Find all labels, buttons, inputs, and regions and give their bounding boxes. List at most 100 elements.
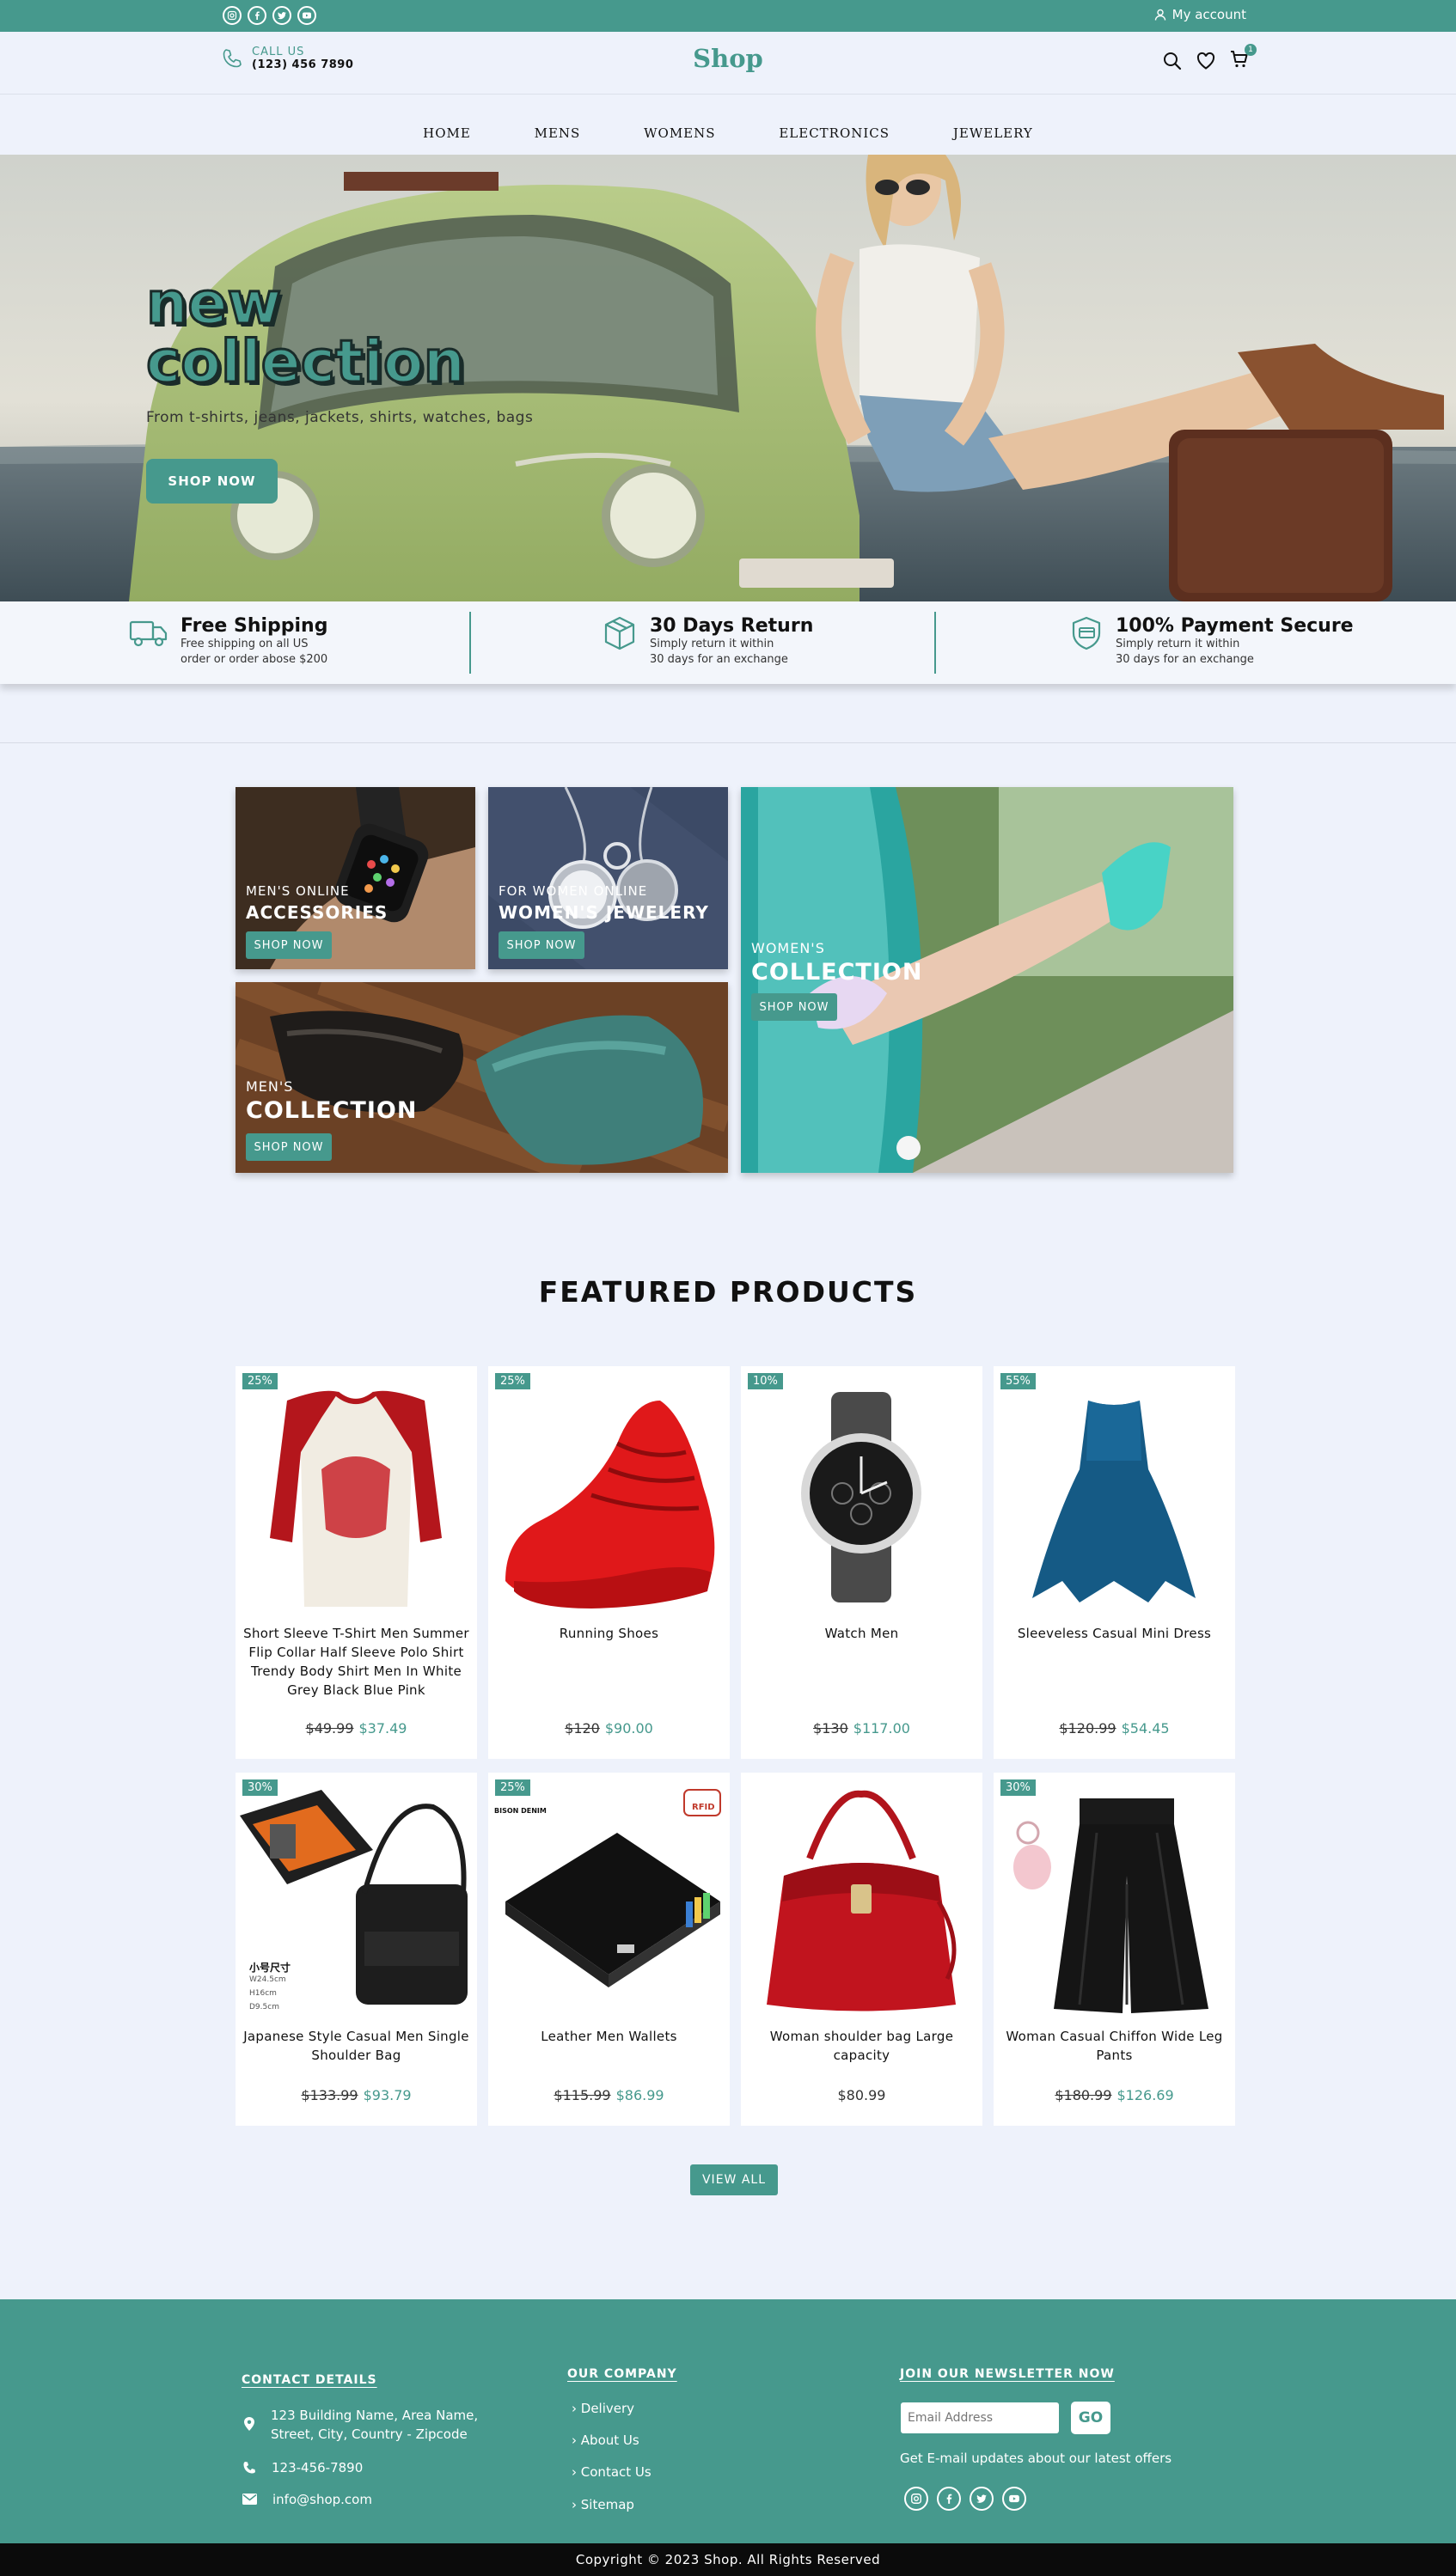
cart-count-badge: 1 <box>1245 44 1257 56</box>
feature-divider <box>934 612 936 674</box>
footer-phone[interactable]: 123-456-7890 <box>242 2458 363 2477</box>
view-all-button[interactable]: VIEW ALL <box>690 2164 778 2195</box>
facebook-icon[interactable] <box>937 2487 961 2511</box>
top-bar: My account <box>0 0 1456 32</box>
hero-shop-now-button[interactable]: SHOP NOW <box>146 459 278 504</box>
category-accessories[interactable]: MEN'S ONLINE ACCESSORIES SHOP NOW <box>236 787 475 969</box>
footer-email[interactable]: info@shop.com <box>242 2490 372 2509</box>
product-card[interactable]: 10% Watch Men $130 $117.00 <box>741 1366 982 1759</box>
category-mens-collection[interactable]: MEN'S COLLECTION SHOP NOW <box>236 982 728 1173</box>
category-big-label: COLLECTION <box>751 959 923 986</box>
product-card[interactable]: 25% BISON DENIM RFID Leather Men Wallets… <box>488 1773 730 2126</box>
footer-link-contact[interactable]: › Contact Us <box>572 2464 652 2480</box>
address-line1: 123 Building Name, Area Name, <box>271 2408 479 2423</box>
price: $80.99 <box>837 2087 886 2103</box>
cart-button[interactable]: 1 <box>1229 44 1257 73</box>
footer-link-sitemap[interactable]: › Sitemap <box>572 2497 634 2512</box>
category-womens-collection[interactable]: WOMEN'S COLLECTION SHOP NOW <box>741 787 1233 1173</box>
header: CALL US (123) 456 7890 Shop 1 <box>0 32 1456 95</box>
product-name: Leather Men Wallets <box>541 2029 677 2044</box>
footer-link-about[interactable]: › About Us <box>572 2433 639 2448</box>
footer-address: 123 Building Name, Area Name, Street, Ci… <box>243 2406 478 2444</box>
contact-heading: CONTACT DETAILS <box>242 2373 377 2387</box>
product-name: Sleeveless Casual Mini Dress <box>1017 1626 1212 1641</box>
feature-desc-line2: 30 days for an exchange <box>1116 653 1254 666</box>
product-card[interactable]: 30% Woman Casual Chiffon Wide Leg Pants … <box>994 1773 1235 2126</box>
wallet-brand-logo: BISON DENIM <box>494 1807 547 1815</box>
my-account-label: My account <box>1172 7 1246 22</box>
product-name: Running Shoes <box>559 1626 659 1641</box>
product-card[interactable]: 55% Sleeveless Casual Mini Dress $120.99… <box>994 1366 1235 1759</box>
feature-divider <box>469 612 471 674</box>
secure-payment-icon <box>1072 616 1101 650</box>
hero-title-line2: collection <box>144 328 466 396</box>
mail-icon <box>242 2494 257 2505</box>
location-pin-icon <box>244 2417 254 2431</box>
product-price: $133.99 $93.79 <box>236 2087 477 2103</box>
header-icons: 1 <box>1162 44 1257 73</box>
newsletter-text: Get E-mail updates about our latest offe… <box>900 2451 1172 2466</box>
shop-now-button[interactable]: SHOP NOW <box>246 931 332 959</box>
youtube-icon[interactable] <box>297 6 316 25</box>
product-card[interactable]: 25% Short Sleeve T-Shirt Men Summer Flip… <box>236 1366 477 1759</box>
product-card[interactable]: Woman shoulder bag Large capacity $80.99 <box>741 1773 982 2126</box>
product-price: $115.99 $86.99 <box>488 2087 730 2103</box>
old-price: $180.99 <box>1055 2087 1112 2103</box>
newsletter-email-input[interactable] <box>901 2402 1059 2433</box>
product-card[interactable]: 30% 小号尺寸 W24.5cm H16cm D9.5cm Japanese S… <box>236 1773 477 2126</box>
shop-now-button[interactable]: SHOP NOW <box>751 993 837 1021</box>
section-divider <box>0 742 1456 743</box>
youtube-icon[interactable] <box>1002 2487 1026 2511</box>
feature-desc-line1: Simply return it within <box>1116 638 1240 650</box>
newsletter-heading: JOIN OUR NEWSLETTER NOW <box>900 2367 1115 2381</box>
box-icon <box>604 616 635 650</box>
nav-womens[interactable]: WOMENS <box>644 125 715 141</box>
instagram-icon[interactable] <box>223 6 242 25</box>
category-small-label: FOR WOMEN ONLINE <box>499 883 648 899</box>
category-small-label: WOMEN'S <box>751 940 825 956</box>
old-price: $120 <box>565 1720 600 1737</box>
facebook-icon[interactable] <box>248 6 266 25</box>
phone-icon <box>243 2462 255 2474</box>
my-account-link[interactable]: My account <box>1154 7 1246 22</box>
discount-badge: 25% <box>242 1373 278 1389</box>
category-big-label: COLLECTION <box>246 1097 418 1124</box>
twitter-icon[interactable] <box>970 2487 994 2511</box>
bag-size-d: D9.5cm <box>249 2003 279 2011</box>
newsletter-go-button[interactable]: GO <box>1071 2402 1110 2434</box>
shop-now-button[interactable]: SHOP NOW <box>246 1133 332 1161</box>
sale-price: $93.79 <box>363 2087 412 2103</box>
feature-30-days-return: 30 Days Return Simply return it within 3… <box>602 615 813 668</box>
product-image-dress <box>1032 1401 1196 1602</box>
sale-price: $37.49 <box>358 1720 407 1737</box>
search-icon[interactable] <box>1162 51 1183 71</box>
old-price: $49.99 <box>305 1720 354 1737</box>
truck-icon <box>129 620 168 647</box>
old-price: $133.99 <box>301 2087 358 2103</box>
sale-price: $126.69 <box>1116 2087 1174 2103</box>
instagram-icon[interactable] <box>904 2487 928 2511</box>
feature-payment-secure: 100% Payment Secure Simply return it wit… <box>1069 615 1354 668</box>
footer-link-delivery[interactable]: › Delivery <box>572 2401 634 2416</box>
product-image-watch <box>801 1392 921 1602</box>
sale-price: $54.45 <box>1121 1720 1170 1737</box>
discount-badge: 55% <box>1000 1373 1036 1389</box>
product-card[interactable]: 25% Running Shoes $120 $90.00 <box>488 1366 730 1759</box>
category-small-label: MEN'S ONLINE <box>246 883 350 899</box>
nav-electronics[interactable]: ELECTRONICS <box>779 125 890 141</box>
bag-size-h: H16cm <box>249 1989 277 1998</box>
shop-now-button[interactable]: SHOP NOW <box>499 931 584 959</box>
category-womens-jewelery[interactable]: FOR WOMEN ONLINE WOMEN'S JEWELERY SHOP N… <box>488 787 728 969</box>
product-name: Woman Casual Chiffon Wide Leg Pants <box>1006 2029 1223 2063</box>
discount-badge: 30% <box>1000 1779 1036 1796</box>
nav-mens[interactable]: MENS <box>535 125 581 141</box>
nav-jewelery[interactable]: JEWELERY <box>953 125 1033 141</box>
twitter-icon[interactable] <box>272 6 291 25</box>
hero-title-line1: new <box>144 270 282 338</box>
nav-home[interactable]: HOME <box>423 125 471 141</box>
feature-free-shipping: Free Shipping Free shipping on all US or… <box>129 615 327 668</box>
rfid-label: RFID <box>692 1803 715 1812</box>
product-image-pants <box>1013 1798 1208 2013</box>
heart-icon[interactable] <box>1196 51 1216 71</box>
product-price: $49.99 $37.49 <box>236 1720 477 1737</box>
